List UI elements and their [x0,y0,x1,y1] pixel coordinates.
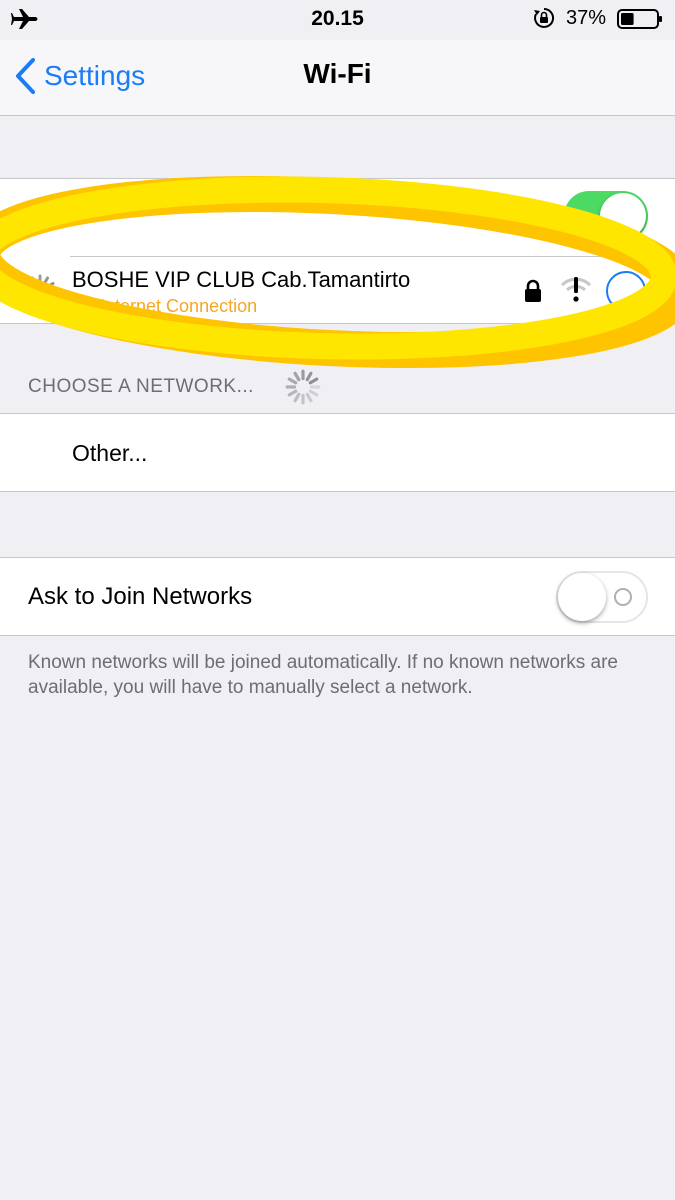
network-status: No Internet Connection [72,296,258,316]
scanning-spinner-icon [285,369,321,405]
choose-network-header: CHOOSE A NETWORK... [28,376,254,397]
spinner-spoke [308,389,319,397]
toggle-knob [558,573,606,621]
navigation-bar: Settings Wi-Fi [0,40,675,116]
other-network-button[interactable]: Other... [72,440,147,467]
spinner-spoke [25,293,35,300]
lock-icon [525,279,541,302]
info-icon[interactable] [606,271,646,311]
spinner-spoke [287,389,298,397]
page-title: Wi-Fi [303,58,372,89]
spinner-spoke [31,296,38,306]
ask-to-join-toggle[interactable] [556,571,648,623]
battery-icon [617,9,662,29]
toggle-knob [600,193,646,239]
spinner-spoke [42,296,49,306]
spinner-spoke [305,392,313,403]
connected-network-row[interactable]: BOSHE VIP CLUB Cab.Tamantirto No Interne… [0,257,675,323]
network-name: BOSHE VIP CLUB Cab.Tamantirto [72,267,411,292]
spinner-spoke [308,377,319,385]
spinner-spoke [293,392,301,403]
spinner-spoke [31,276,38,286]
toggle-off-indicator [614,588,632,606]
spinner-spoke [45,293,55,300]
spinner-spoke [45,282,55,289]
spinner-spoke [305,371,313,382]
ask-to-join-footnote: Known networks will be joined automatica… [28,652,618,698]
wifi-warning-icon [560,277,592,302]
wifi-toggle-row [0,179,675,256]
wifi-group: BOSHE VIP CLUB Cab.Tamantirto No Interne… [0,178,675,324]
ask-to-join-label: Ask to Join Networks [28,583,253,610]
spinner-spoke [293,371,301,382]
spinner-spoke [287,377,298,385]
other-network-group: Other... [0,413,675,492]
loading-spinner-icon [23,274,57,308]
battery-percent: 37% [566,7,607,29]
wifi-toggle[interactable] [564,191,648,241]
status-bar: 20.15 37% [0,0,675,40]
spinner-spoke [25,282,35,289]
rotation-lock-icon [534,7,555,28]
ask-to-join-group: Ask to Join Networks [0,557,675,636]
spinner-spoke [42,276,49,286]
